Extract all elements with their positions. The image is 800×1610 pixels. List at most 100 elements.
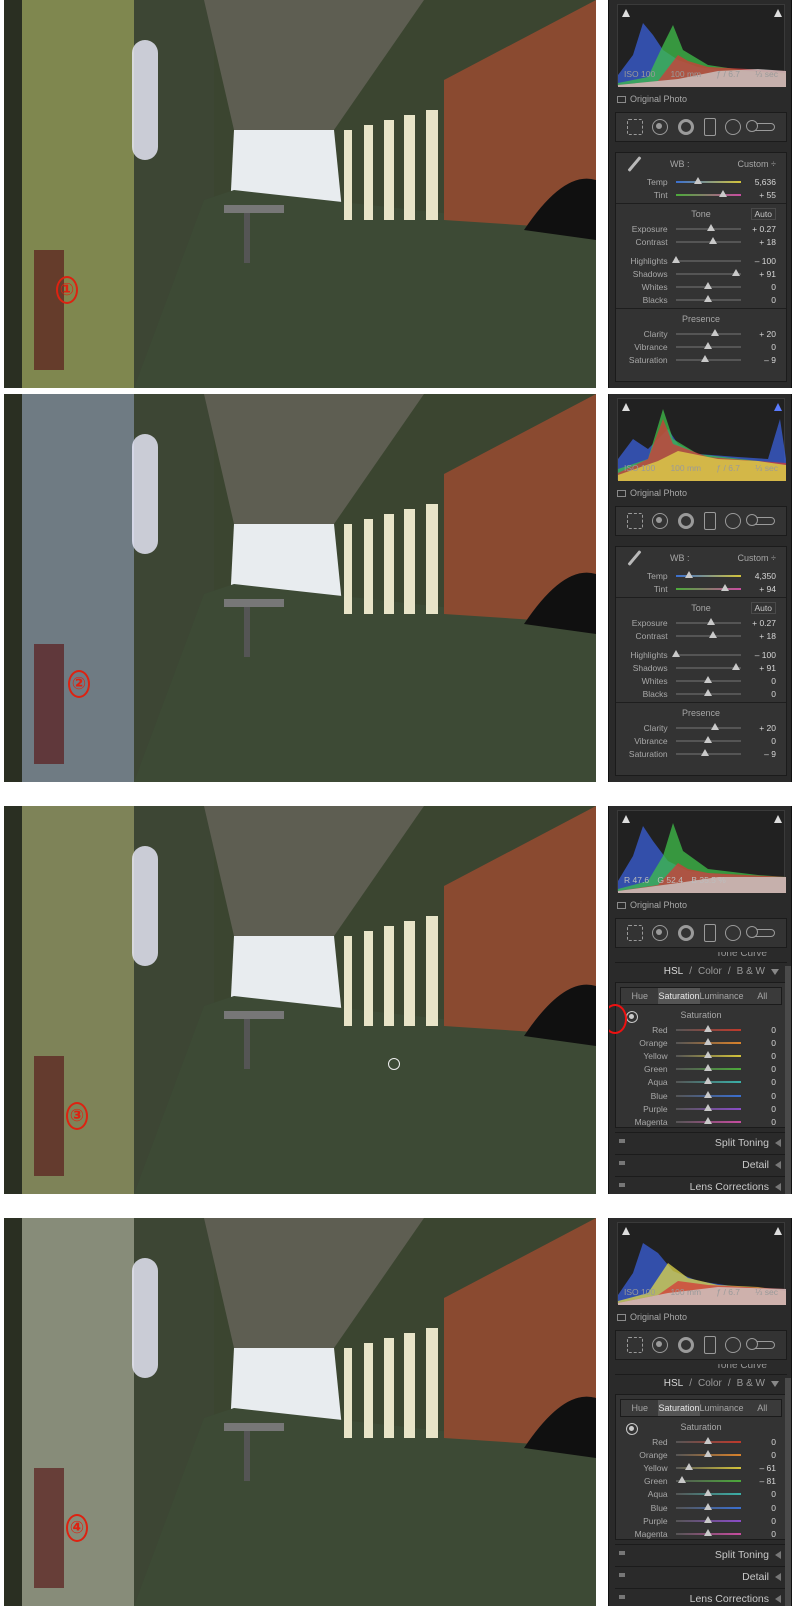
slider-thumb[interactable] (710, 722, 719, 730)
slider-thumb[interactable] (700, 354, 709, 362)
eyedropper-icon[interactable] (626, 156, 642, 172)
slider-value[interactable]: + 20 (749, 723, 776, 733)
original-photo-toggle[interactable]: Original Photo (617, 488, 687, 498)
tab-luminance[interactable]: Luminance (700, 1400, 744, 1416)
slider-thumb[interactable] (704, 688, 713, 696)
slider-thumb[interactable] (704, 675, 713, 683)
shadow-clipping-icon[interactable] (622, 9, 630, 17)
graduated-filter-icon[interactable] (703, 1336, 716, 1354)
slider-thumb[interactable] (704, 1024, 713, 1032)
split-toning-section[interactable]: Split Toning (615, 1544, 787, 1564)
slider-value[interactable]: 0 (749, 295, 776, 305)
slider-track[interactable] (675, 236, 741, 244)
slider-track[interactable] (675, 1476, 741, 1484)
slider-track[interactable] (675, 1489, 741, 1497)
slider-track[interactable] (675, 735, 741, 743)
photo-preview[interactable]: ② (4, 394, 596, 782)
slider-value[interactable]: 0 (749, 1077, 776, 1087)
color-tab[interactable]: Color (698, 966, 722, 977)
slider-value[interactable]: 0 (749, 282, 776, 292)
slider-value[interactable]: + 18 (749, 237, 776, 247)
slider-track[interactable] (675, 583, 741, 591)
bw-tab[interactable]: B & W (737, 1378, 765, 1389)
slider-value[interactable]: + 91 (749, 663, 776, 673)
red-eye-icon[interactable] (678, 513, 695, 529)
slider-track[interactable] (675, 1064, 741, 1072)
adjustment-brush-icon[interactable] (746, 514, 776, 526)
slider-track[interactable] (675, 1116, 741, 1124)
slider-thumb[interactable] (709, 630, 718, 638)
slider-track[interactable] (675, 1462, 741, 1470)
slider-thumb[interactable] (671, 255, 680, 263)
slider-thumb[interactable] (706, 223, 715, 231)
tone-curve-header[interactable]: Tone Curve (615, 1364, 787, 1372)
slider-track[interactable] (671, 649, 741, 657)
slider-value[interactable]: 5,636 (749, 177, 776, 187)
slider-value[interactable]: – 100 (749, 650, 776, 660)
slider-track[interactable] (675, 617, 741, 625)
photo-preview[interactable]: ① (4, 0, 596, 388)
slider-thumb[interactable] (671, 649, 680, 657)
slider-thumb[interactable] (704, 735, 713, 743)
slider-value[interactable]: 0 (749, 1516, 776, 1526)
slider-track[interactable] (675, 662, 741, 670)
slider-value[interactable]: + 0.27 (749, 224, 776, 234)
slider-thumb[interactable] (694, 176, 703, 184)
slider-thumb[interactable] (704, 1528, 713, 1536)
slider-track[interactable] (675, 176, 741, 184)
highlight-clipping-icon[interactable] (774, 403, 782, 411)
slider-thumb[interactable] (704, 1116, 713, 1124)
slider-track[interactable] (675, 675, 741, 683)
slider-track[interactable] (675, 688, 741, 696)
bw-tab[interactable]: B & W (737, 966, 765, 977)
slider-thumb[interactable] (718, 189, 727, 197)
hsl-tab[interactable]: HSL (664, 1378, 683, 1389)
tone-curve-header[interactable]: Tone Curve (615, 952, 787, 960)
collapse-icon[interactable] (771, 968, 779, 975)
slider-track[interactable] (675, 341, 741, 349)
crop-icon[interactable] (626, 925, 643, 941)
slider-thumb[interactable] (704, 281, 713, 289)
detail-section[interactable]: Detail (615, 1566, 787, 1586)
slider-value[interactable]: + 20 (749, 329, 776, 339)
slider-thumb[interactable] (704, 1064, 713, 1072)
slider-value[interactable]: – 9 (749, 749, 776, 759)
shadow-clipping-icon[interactable] (622, 1227, 630, 1235)
crop-icon[interactable] (626, 513, 643, 529)
original-photo-toggle[interactable]: Original Photo (617, 94, 687, 104)
graduated-filter-icon[interactable] (703, 924, 716, 942)
slider-track[interactable] (675, 1090, 741, 1098)
spot-removal-icon[interactable] (652, 1337, 669, 1353)
slider-value[interactable]: 0 (749, 736, 776, 746)
eyedropper-icon[interactable] (626, 550, 642, 566)
slider-value[interactable]: 0 (749, 1051, 776, 1061)
slider-track[interactable] (671, 255, 741, 263)
spot-removal-icon[interactable] (652, 119, 669, 135)
adjustment-brush-icon[interactable] (746, 1338, 776, 1350)
slider-value[interactable]: 0 (749, 689, 776, 699)
radial-filter-icon[interactable] (725, 1337, 742, 1353)
adjustment-brush-icon[interactable] (746, 120, 776, 132)
slider-value[interactable]: 0 (749, 1450, 776, 1460)
slider-track[interactable] (675, 1449, 741, 1457)
crop-icon[interactable] (626, 119, 643, 135)
photo-preview[interactable]: ④ (4, 1218, 596, 1606)
collapse-icon[interactable] (771, 1380, 779, 1387)
slider-track[interactable] (675, 1050, 741, 1058)
slider-thumb[interactable] (732, 268, 741, 276)
slider-thumb[interactable] (704, 1489, 713, 1497)
slider-value[interactable]: 0 (749, 1038, 776, 1048)
radial-filter-icon[interactable] (725, 925, 742, 941)
slider-value[interactable]: 4,350 (749, 571, 776, 581)
slider-value[interactable]: + 94 (749, 584, 776, 594)
detail-section[interactable]: Detail (615, 1154, 787, 1174)
slider-thumb[interactable] (704, 1090, 713, 1098)
slider-value[interactable]: + 0.27 (749, 618, 776, 628)
color-tab[interactable]: Color (698, 1378, 722, 1389)
slider-track[interactable] (675, 1077, 741, 1085)
slider-track[interactable] (675, 722, 741, 730)
tab-luminance[interactable]: Luminance (700, 988, 744, 1004)
slider-thumb[interactable] (678, 1476, 687, 1484)
slider-thumb[interactable] (704, 1449, 713, 1457)
slider-value[interactable]: 0 (749, 676, 776, 686)
